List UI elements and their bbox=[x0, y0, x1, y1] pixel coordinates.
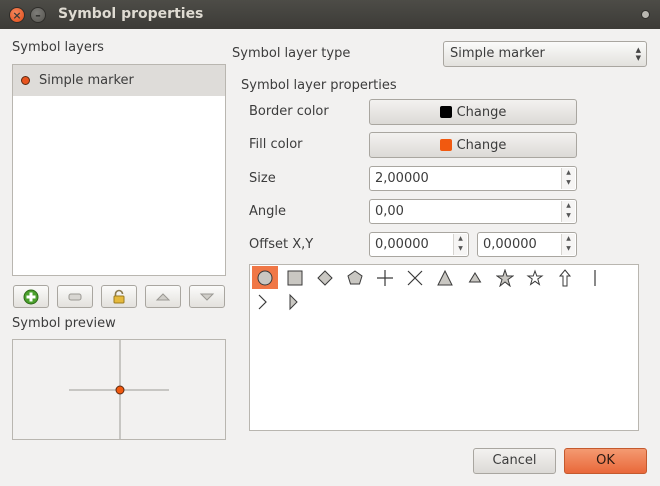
marker-line[interactable] bbox=[582, 266, 608, 289]
x-icon bbox=[407, 270, 423, 285]
move-layer-up-button[interactable] bbox=[145, 285, 181, 308]
pentagon-icon bbox=[347, 269, 363, 284]
window-menu-button[interactable] bbox=[641, 10, 650, 19]
remove-layer-icon bbox=[68, 293, 82, 300]
fill-color-label: Fill color bbox=[249, 137, 303, 152]
move-layer-down-button[interactable] bbox=[189, 285, 225, 308]
line-icon bbox=[594, 269, 596, 286]
move-up-icon bbox=[155, 292, 171, 300]
updown-arrows-icon: ▲ ▼ bbox=[635, 46, 641, 62]
angle-value: 0,00 bbox=[375, 204, 404, 219]
spin-arrows-icon[interactable]: ▲ ▼ bbox=[561, 168, 575, 189]
symbol-layer-type-label: Symbol layer type bbox=[232, 46, 351, 61]
marker-shape-list[interactable] bbox=[249, 264, 639, 431]
title-bar: × – Symbol properties bbox=[0, 0, 660, 29]
preview-marker bbox=[115, 385, 125, 395]
border-color-button-label: Change bbox=[456, 104, 507, 120]
window-title: Symbol properties bbox=[58, 6, 204, 22]
add-layer-button[interactable] bbox=[13, 285, 49, 308]
add-layer-icon bbox=[23, 289, 39, 304]
symbol-layer-type-value: Simple marker bbox=[450, 46, 545, 61]
offset-y-spinbox[interactable]: 0,00000 ▲ ▼ bbox=[477, 232, 577, 257]
preview-canvas bbox=[69, 340, 169, 439]
border-color-button[interactable]: Change bbox=[369, 99, 577, 125]
spin-arrows-icon[interactable]: ▲ ▼ bbox=[561, 201, 575, 222]
triangle-icon bbox=[437, 269, 453, 285]
symbol-layers-list[interactable]: Simple marker bbox=[12, 64, 226, 276]
spin-arrows-icon[interactable]: ▲ ▼ bbox=[561, 234, 575, 255]
layer-item-label: Simple marker bbox=[39, 73, 134, 88]
cancel-button[interactable]: Cancel bbox=[473, 448, 556, 474]
arrowhead-icon bbox=[258, 294, 267, 309]
cross-icon bbox=[377, 269, 393, 286]
filled-arrowhead-icon bbox=[289, 293, 298, 310]
marker-diamond[interactable] bbox=[312, 266, 338, 289]
close-icon: × bbox=[12, 9, 22, 22]
symbol-layers-label: Symbol layers bbox=[12, 40, 104, 55]
marker-regular-star[interactable] bbox=[522, 266, 548, 289]
lock-icon bbox=[113, 289, 125, 303]
offset-label: Offset X,Y bbox=[249, 237, 314, 252]
marker-cross[interactable] bbox=[372, 266, 398, 289]
square-icon bbox=[287, 270, 303, 285]
marker-triangle[interactable] bbox=[432, 266, 458, 289]
up-arrow-icon bbox=[558, 268, 572, 286]
symbol-preview-label: Symbol preview bbox=[12, 316, 116, 331]
fill-color-button[interactable]: Change bbox=[369, 132, 577, 158]
symbol-layer-properties-heading: Symbol layer properties bbox=[241, 78, 397, 93]
marker-equilateral-triangle[interactable] bbox=[462, 266, 488, 289]
border-color-label: Border color bbox=[249, 104, 329, 119]
marker-square[interactable] bbox=[282, 266, 308, 289]
marker-circle[interactable] bbox=[252, 266, 278, 289]
fill-color-button-label: Change bbox=[456, 137, 507, 153]
size-spinbox[interactable]: 2,00000 ▲ ▼ bbox=[369, 166, 577, 191]
remove-layer-button[interactable] bbox=[57, 285, 93, 308]
marker-x[interactable] bbox=[402, 266, 428, 289]
layer-item-simple-marker[interactable]: Simple marker bbox=[13, 65, 225, 96]
marker-pentagon[interactable] bbox=[342, 266, 368, 289]
diamond-icon bbox=[317, 269, 333, 286]
close-window-button[interactable]: × bbox=[9, 7, 25, 23]
spin-arrows-icon[interactable]: ▲ ▼ bbox=[453, 234, 467, 255]
regular-star-icon bbox=[526, 269, 544, 286]
symbol-layer-type-select[interactable]: Simple marker ▲ ▼ bbox=[443, 41, 647, 67]
size-label: Size bbox=[249, 171, 276, 186]
fill-color-swatch bbox=[439, 139, 452, 151]
offset-x-value: 0,00000 bbox=[375, 237, 429, 252]
minimize-icon: – bbox=[35, 9, 41, 22]
angle-spinbox[interactable]: 0,00 ▲ ▼ bbox=[369, 199, 577, 224]
size-value: 2,00000 bbox=[375, 171, 429, 186]
offset-x-spinbox[interactable]: 0,00000 ▲ ▼ bbox=[369, 232, 469, 257]
lock-layer-button[interactable] bbox=[101, 285, 137, 308]
angle-label: Angle bbox=[249, 204, 286, 219]
marker-dot-icon bbox=[21, 76, 30, 85]
ok-button[interactable]: OK bbox=[564, 448, 647, 474]
offset-y-value: 0,00000 bbox=[483, 237, 537, 252]
minimize-window-button[interactable]: – bbox=[30, 7, 46, 23]
move-down-icon bbox=[199, 293, 215, 301]
marker-arrow[interactable] bbox=[552, 266, 578, 289]
circle-icon bbox=[257, 270, 273, 285]
border-color-swatch bbox=[439, 106, 452, 118]
small-triangle-icon bbox=[468, 271, 482, 282]
marker-filled-arrowhead[interactable] bbox=[280, 290, 306, 313]
symbol-preview bbox=[12, 339, 226, 440]
marker-arrowhead[interactable] bbox=[250, 290, 276, 313]
marker-star[interactable] bbox=[492, 266, 518, 289]
star-icon bbox=[496, 268, 514, 287]
